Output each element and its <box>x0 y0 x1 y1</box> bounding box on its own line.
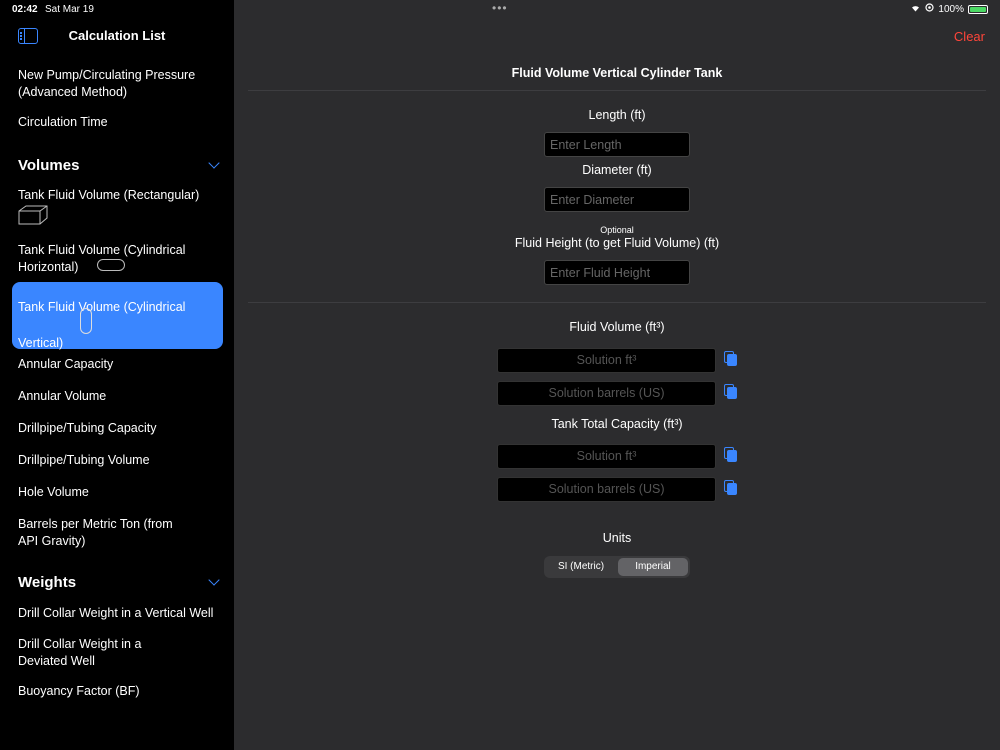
wifi-icon <box>910 3 921 15</box>
sidebar-item-circulation-time[interactable]: Circulation Time <box>18 114 218 131</box>
rectangular-tank-icon <box>18 204 48 226</box>
copy-icon[interactable] <box>724 447 737 462</box>
sidebar-item-dc-weight-vertical[interactable]: Drill Collar Weight in a Vertical Well <box>18 605 228 622</box>
fluid-volume-bbl-output[interactable]: Solution barrels (US) <box>497 381 716 406</box>
sidebar-item-drillpipe-capacity[interactable]: Drillpipe/Tubing Capacity <box>18 420 218 437</box>
sidebar-item-label: Tank Fluid Volume (Rectangular) <box>18 188 200 202</box>
sidebar-item-drillpipe-volume[interactable]: Drillpipe/Tubing Volume <box>18 452 218 469</box>
sidebar-item-annular-capacity[interactable]: Annular Capacity <box>18 356 218 373</box>
orientation-lock-icon <box>925 3 935 15</box>
units-segmented-control: SI (Metric) Imperial <box>544 556 690 578</box>
units-option-metric[interactable]: SI (Metric) <box>546 558 616 576</box>
sidebar-item-hole-volume[interactable]: Hole Volume <box>18 484 218 501</box>
sidebar-header: Calculation List <box>0 20 234 54</box>
fluid-height-input[interactable] <box>544 260 690 285</box>
multitasking-dots-icon[interactable]: ••• <box>492 1 508 15</box>
copy-icon[interactable] <box>724 480 737 495</box>
sidebar-item-tank-cyl-vertical[interactable]: Tank Fluid Volume (Cylindrical Vertical) <box>18 289 218 359</box>
horizontal-cylinder-icon <box>97 259 125 271</box>
fluid-volume-ft3-output[interactable]: Solution ft³ <box>497 348 716 373</box>
sidebar-item-label: Tank Fluid Volume (Cylindrical Vertical) <box>18 300 186 350</box>
main-pane: Clear Fluid Volume Vertical Cylinder Tan… <box>234 0 1000 750</box>
status-time: 02:42 <box>12 4 38 15</box>
units-option-imperial[interactable]: Imperial <box>618 558 688 576</box>
page-title: Fluid Volume Vertical Cylinder Tank <box>511 66 723 80</box>
divider <box>248 90 986 91</box>
battery-icon <box>968 4 988 14</box>
chevron-down-icon[interactable] <box>208 574 220 586</box>
tank-capacity-label: Tank Total Capacity (ft³) <box>551 417 683 431</box>
vertical-cylinder-icon <box>80 308 92 334</box>
clear-button[interactable]: Clear <box>954 29 985 44</box>
sidebar-item-tank-rectangular[interactable]: Tank Fluid Volume (Rectangular) <box>18 187 218 204</box>
status-indicators: 100% <box>910 3 988 15</box>
section-title-weights: Weights <box>18 574 77 591</box>
status-date: Sat Mar 19 <box>45 4 94 15</box>
section-header-volumes[interactable]: Volumes <box>18 157 220 174</box>
length-input[interactable] <box>544 132 690 157</box>
section-title-volumes: Volumes <box>18 157 80 174</box>
tank-capacity-ft3-output[interactable]: Solution ft³ <box>497 444 716 469</box>
diameter-input[interactable] <box>544 187 690 212</box>
fluid-volume-label: Fluid Volume (ft³) <box>569 320 665 334</box>
divider <box>248 302 986 303</box>
status-bar: 02:42 Sat Mar 19 ••• 100% <box>0 0 1000 20</box>
section-header-weights[interactable]: Weights <box>18 574 220 591</box>
units-label: Units <box>602 531 632 545</box>
sidebar: Calculation List New Pump/Circulating Pr… <box>0 0 234 750</box>
battery-percent: 100% <box>938 3 964 15</box>
sidebar-title: Calculation List <box>68 28 166 43</box>
sidebar-item-dc-weight-deviated[interactable]: Drill Collar Weight in a Deviated Well <box>18 636 158 669</box>
sidebar-item-new-pump-pressure[interactable]: New Pump/Circulating Pressure (Advanced … <box>18 67 218 100</box>
optional-label: Optional <box>600 225 634 235</box>
copy-icon[interactable] <box>724 351 737 366</box>
tank-capacity-bbl-output[interactable]: Solution barrels (US) <box>497 477 716 502</box>
sidebar-item-barrels-per-ton[interactable]: Barrels per Metric Ton (from API Gravity… <box>18 516 188 549</box>
sidebar-item-buoyancy-factor[interactable]: Buoyancy Factor (BF) <box>18 683 218 700</box>
length-label: Length (ft) <box>588 108 646 122</box>
chevron-down-icon[interactable] <box>208 157 220 169</box>
copy-icon[interactable] <box>724 384 737 399</box>
sidebar-list: New Pump/Circulating Pressure (Advanced … <box>0 54 234 750</box>
sidebar-item-annular-volume[interactable]: Annular Volume <box>18 388 218 405</box>
diameter-label: Diameter (ft) <box>582 163 652 177</box>
fluid-height-label: Fluid Height (to get Fluid Volume) (ft) <box>514 236 720 250</box>
